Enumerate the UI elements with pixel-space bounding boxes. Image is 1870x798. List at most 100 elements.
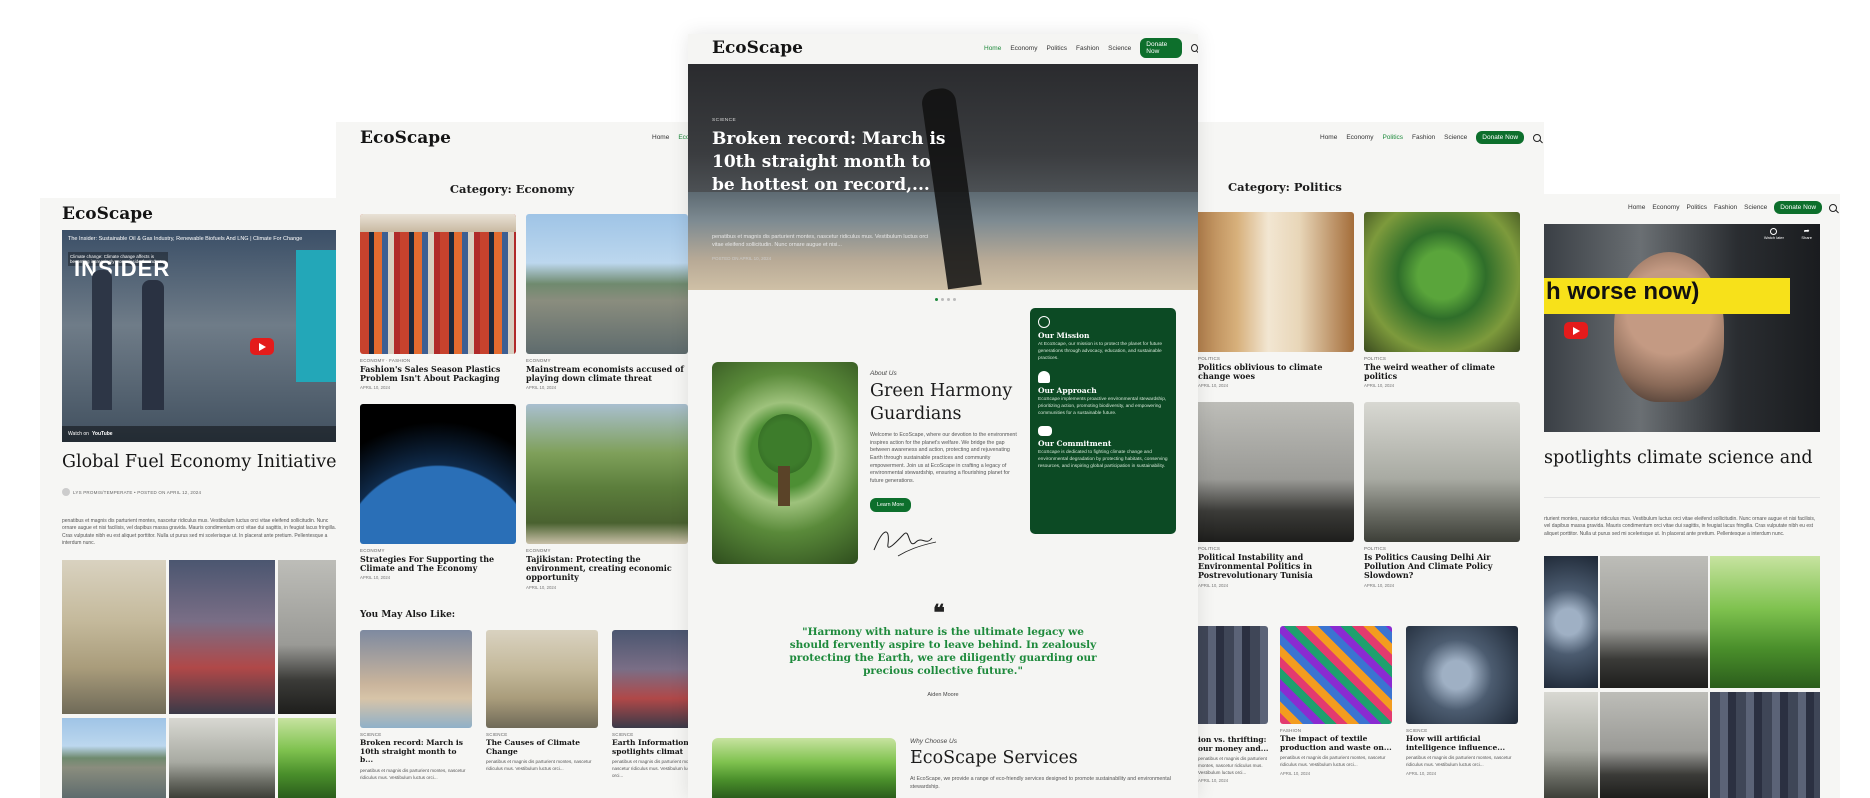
gallery-image[interactable]: [1544, 692, 1598, 798]
share-icon: ➦: [1803, 228, 1810, 235]
learn-more-button[interactable]: Learn More: [870, 498, 912, 512]
brand-logo[interactable]: EcoScape: [62, 204, 153, 224]
article-image[interactable]: [1364, 402, 1520, 542]
nav-item-fashion[interactable]: Fashion: [1412, 134, 1435, 141]
slider-dot[interactable]: [953, 298, 956, 301]
related-card[interactable]: SCIENCE How will artificial intelligence…: [1406, 728, 1518, 776]
related-card[interactable]: SCIENCE The Causes of Climate Change pen…: [486, 732, 598, 773]
share-button[interactable]: ➦ Share: [1801, 228, 1812, 240]
nav-item-home[interactable]: Home: [984, 45, 1001, 52]
article-body: rturient montes, nascetur ridiculus mus.…: [1544, 516, 1816, 537]
nav-item-science[interactable]: Science: [1108, 45, 1131, 52]
donate-button[interactable]: Donate Now: [1140, 38, 1183, 58]
article-card[interactable]: ECONOMY Mainstream economists accused of…: [526, 358, 686, 390]
youtube-play-icon[interactable]: [250, 338, 274, 355]
donate-button[interactable]: Donate Now: [1774, 201, 1823, 214]
article-card[interactable]: POLITICS Is Politics Causing Delhi Air P…: [1364, 546, 1520, 588]
nav-item-home[interactable]: Home: [652, 134, 669, 141]
gallery-image[interactable]: [278, 560, 340, 714]
article-image[interactable]: [1364, 212, 1520, 352]
search-icon[interactable]: [1829, 203, 1838, 212]
gallery-image[interactable]: [1710, 692, 1820, 798]
related-image[interactable]: [486, 630, 598, 728]
youtube-play-icon[interactable]: [1564, 322, 1588, 339]
slider-dot[interactable]: [947, 298, 950, 301]
slider-dot[interactable]: [935, 298, 938, 301]
hero-category[interactable]: SCIENCE: [712, 118, 736, 123]
youtube-video-embed[interactable]: h worse now) Watch later ➦ Share: [1544, 224, 1820, 432]
donate-button[interactable]: Donate Now: [1476, 131, 1525, 144]
related-card[interactable]: ion vs. thrifting: our money and... pena…: [1198, 728, 1270, 783]
article-image[interactable]: [526, 214, 688, 354]
video-watch-bar[interactable]: Watch on YouTube: [62, 426, 340, 442]
gallery-image[interactable]: [1710, 556, 1820, 688]
nav-item-fashion[interactable]: Fashion: [1714, 204, 1737, 211]
gallery-image[interactable]: [169, 560, 275, 714]
gallery-image[interactable]: [1600, 556, 1708, 688]
right-article-panel: Home Economy Politics Fashion Science Do…: [1544, 194, 1840, 798]
related-title[interactable]: How will artificial intelligence influen…: [1406, 734, 1518, 752]
article-title[interactable]: Politics oblivious to climate change woe…: [1198, 362, 1354, 381]
nav-item-economy[interactable]: Economy: [1010, 45, 1037, 52]
related-image[interactable]: [612, 630, 688, 728]
article-image[interactable]: [526, 404, 688, 544]
hero-title[interactable]: Broken record: March is 10th straight mo…: [712, 128, 950, 197]
nav-item-politics[interactable]: Politics: [1382, 134, 1403, 141]
related-image[interactable]: [360, 630, 472, 728]
article-title[interactable]: Political Instability and Environmental …: [1198, 552, 1354, 581]
gallery-image[interactable]: [62, 718, 166, 798]
article-card[interactable]: POLITICS Politics oblivious to climate c…: [1198, 356, 1354, 388]
article-image[interactable]: [1198, 402, 1354, 542]
nav-item-home[interactable]: Home: [1628, 204, 1645, 211]
related-card[interactable]: FASHION The impact of textile production…: [1280, 728, 1392, 776]
nav-item-science[interactable]: Science: [1444, 134, 1467, 141]
related-title[interactable]: The impact of textile production and was…: [1280, 734, 1392, 752]
article-card[interactable]: ECONOMY · FASHION Fashion's Sales Season…: [360, 358, 516, 390]
search-icon[interactable]: [1533, 133, 1542, 142]
gallery-image[interactable]: [278, 718, 340, 798]
nav-item-fashion[interactable]: Fashion: [1076, 45, 1099, 52]
article-card[interactable]: ECONOMY Strategies For Supporting the Cl…: [360, 548, 516, 580]
nav-item-politics[interactable]: Politics: [1686, 204, 1707, 211]
watch-later-button[interactable]: Watch later: [1764, 228, 1784, 240]
article-title[interactable]: Is Politics Causing Delhi Air Pollution …: [1364, 552, 1520, 581]
related-title[interactable]: Broken record: March is 10th straight mo…: [360, 738, 472, 765]
hero-slider[interactable]: SCIENCE Broken record: March is 10th str…: [688, 64, 1198, 290]
slider-dot[interactable]: [941, 298, 944, 301]
search-icon[interactable]: [1191, 44, 1198, 52]
nav-item-politics[interactable]: Politics: [1046, 45, 1067, 52]
related-title[interactable]: ion vs. thrifting: our money and...: [1198, 735, 1270, 753]
youtube-video-embed[interactable]: The Insider: Sustainable Oil & Gas Indus…: [62, 230, 340, 442]
nav-item-economy[interactable]: Economy: [1346, 134, 1373, 141]
article-title[interactable]: Tajikistan: Protecting the environment, …: [526, 554, 686, 583]
related-card[interactable]: SCIENCE Earth Information spotlights cli…: [612, 732, 688, 779]
related-title[interactable]: The Causes of Climate Change: [486, 738, 598, 756]
related-image[interactable]: [1280, 626, 1392, 724]
brand-logo[interactable]: EcoScape: [360, 128, 451, 148]
article-card[interactable]: ECONOMY Tajikistan: Protecting the envir…: [526, 548, 686, 590]
gallery-image[interactable]: [1544, 556, 1598, 688]
brand-logo[interactable]: EcoScape: [712, 38, 803, 58]
nav-item-home[interactable]: Home: [1320, 134, 1337, 141]
article-card[interactable]: POLITICS The weird weather of climate po…: [1364, 356, 1520, 388]
related-title[interactable]: Earth Information spotlights climat: [612, 738, 688, 756]
article-title[interactable]: The weird weather of climate politics: [1364, 362, 1520, 381]
gallery-image[interactable]: [62, 560, 166, 714]
nav-item-economy[interactable]: Economy: [678, 134, 688, 141]
article-title[interactable]: Mainstream economists accused of playing…: [526, 364, 686, 383]
gallery-image[interactable]: [1600, 692, 1708, 798]
nav-item-science[interactable]: Science: [1744, 204, 1767, 211]
related-image[interactable]: [1406, 626, 1518, 724]
slider-dots[interactable]: [935, 298, 956, 301]
related-image[interactable]: [1198, 626, 1268, 724]
article-title[interactable]: Fashion's Sales Season Plastics Problem …: [360, 364, 516, 383]
related-card[interactable]: SCIENCE Broken record: March is 10th str…: [360, 732, 472, 781]
handshake-icon: [1038, 425, 1052, 436]
gallery-image[interactable]: [169, 718, 275, 798]
article-image[interactable]: [360, 214, 516, 354]
article-title[interactable]: Strategies For Supporting the Climate an…: [360, 554, 516, 573]
article-card[interactable]: POLITICS Political Instability and Envir…: [1198, 546, 1354, 588]
article-image[interactable]: [1198, 212, 1354, 352]
article-image[interactable]: [360, 404, 516, 544]
nav-item-economy[interactable]: Economy: [1652, 204, 1679, 211]
